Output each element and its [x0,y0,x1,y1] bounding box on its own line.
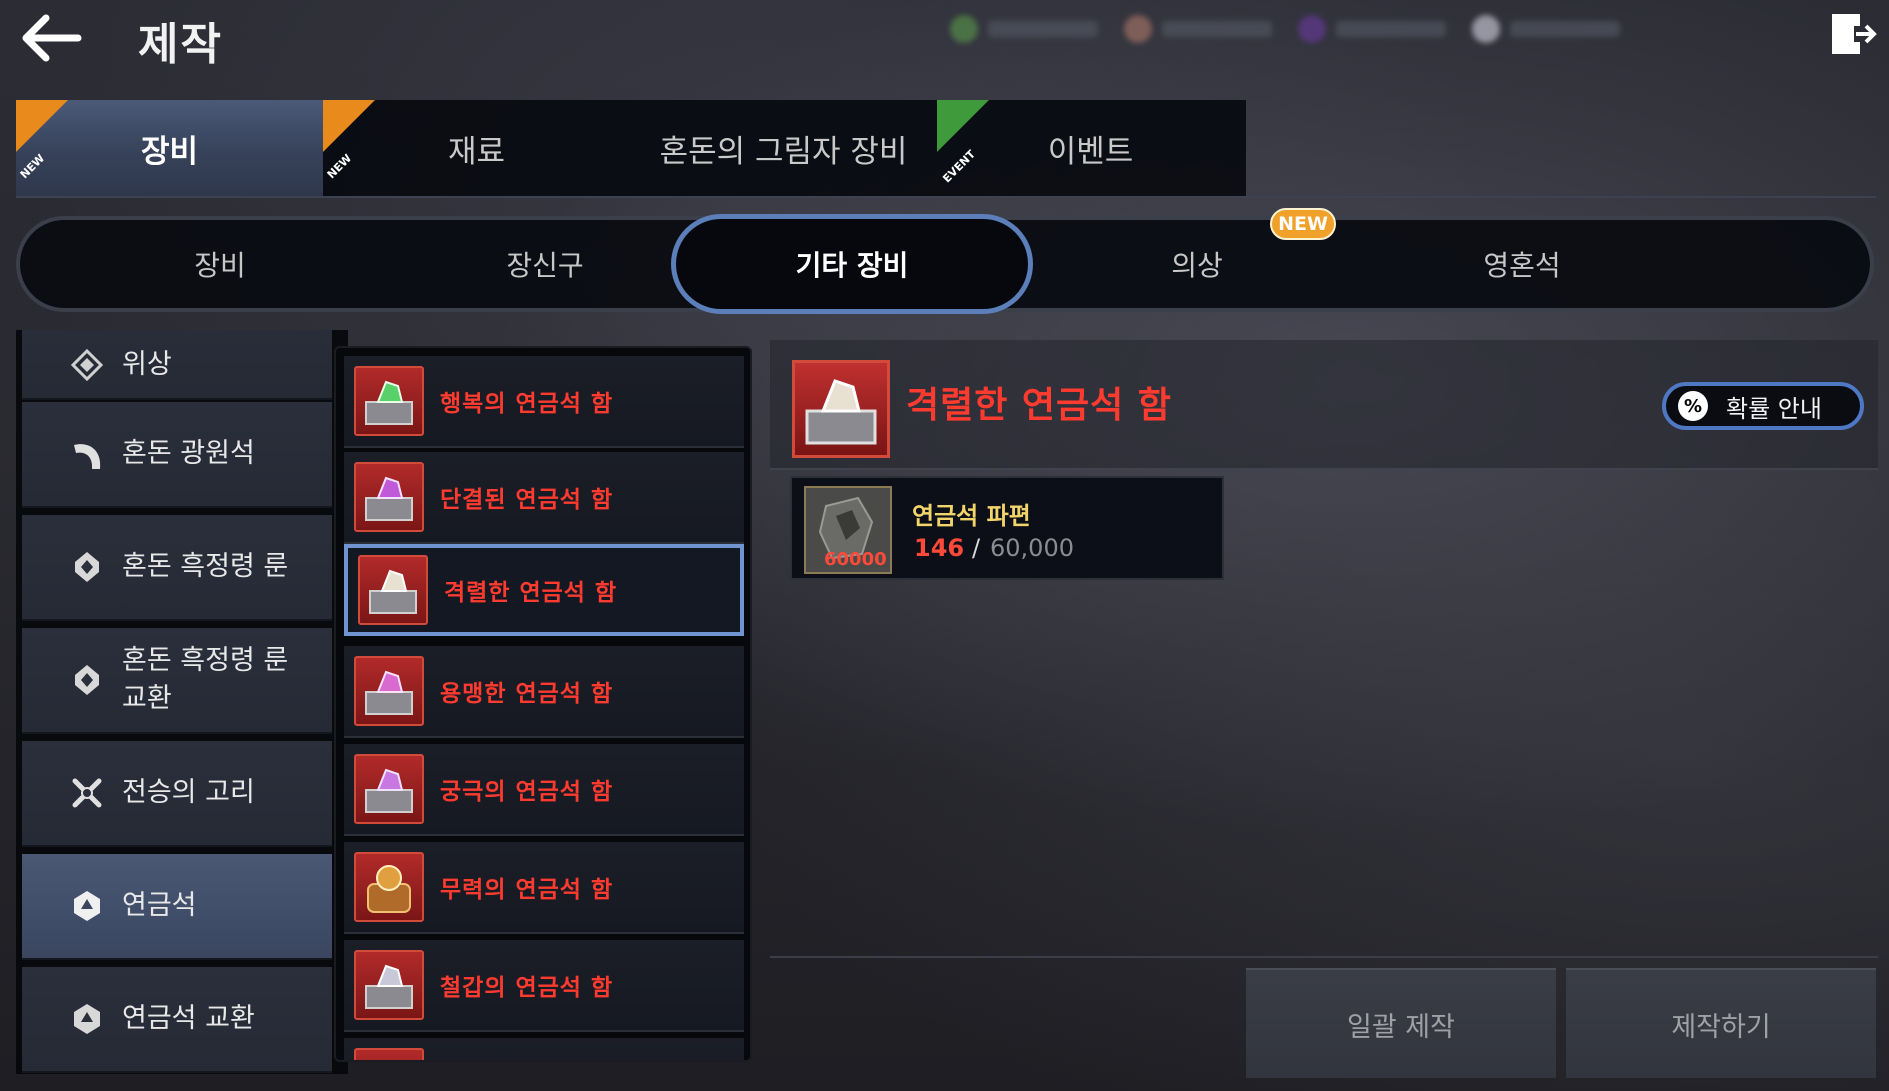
item-row-selected[interactable]: 격렬한 연금석 함 [344,544,744,636]
tab-label: 재료 [447,133,506,170]
material-count-badge: 60000 [824,549,887,570]
tab-materials[interactable]: NEW 재료 [323,100,630,196]
category-label: 연금석 [122,890,197,921]
emblem-icon [68,346,106,384]
item-name: 용맹한 연금석 함 [440,681,614,707]
category-item-alchemy-stone[interactable]: 연금석 [22,854,332,960]
category-label: 위상 [122,349,172,380]
arrow-left-icon [22,14,82,62]
chest-icon [358,555,428,625]
tab-equipment[interactable]: NEW 장비 [16,100,323,196]
craft-item-list[interactable]: 행복의 연금석 함 단결된 연금석 함 격렬한 연금석 함 용맹한 연금석 함 … [334,346,752,1062]
item-name: 행복의 연금석 함 [440,391,614,417]
exit-button[interactable] [1826,8,1878,60]
action-divider [770,956,1878,958]
currency-item [950,15,1098,43]
category-item-legacy-ring[interactable]: 전승의 고리 [22,741,332,847]
new-corner-badge: NEW [323,100,375,181]
item-name: 무력의 연금석 함 [440,877,614,903]
event-corner-badge: EVENT [937,100,989,185]
detail-item-name: 격렬한 연금석 함 [906,385,1172,426]
exit-door-icon [1832,14,1877,54]
category-item-emblem[interactable]: 위상 [22,330,332,400]
probability-label: 확률 안내 [1726,394,1822,423]
item-detail-header: 격렬한 연금석 함 % 확률 안내 [770,340,1878,470]
item-row[interactable]: 행복의 연금석 함 [344,356,744,448]
item-row[interactable]: 용맹한 연금석 함 [344,646,744,738]
item-row[interactable]: 궁극의 연금석 함 [344,744,744,836]
category-item-chaos-rune[interactable]: 혼돈 흑정령 룬 [22,515,332,621]
required-material[interactable]: 60000 연금석 파편 146 / 60,000 [790,476,1224,580]
chest-icon [354,852,424,922]
material-required: 60,000 [990,534,1074,562]
subtab-equipment[interactable]: 장비 [50,220,390,308]
chest-icon [354,366,424,436]
new-corner-badge: NEW [16,100,68,181]
category-label: 연금석 교환 [122,1003,255,1034]
craft-button[interactable]: 제작하기 [1566,968,1876,1078]
tab-label: 장비 [140,133,199,170]
item-name: 철갑의 연금석 함 [440,975,614,1001]
tab-chaos-shadow-equipment[interactable]: 혼돈의 그림자 장비 [630,100,937,196]
category-item-chaos-rune-exchange[interactable]: 혼돈 흑정령 룬 교환 [22,628,332,734]
top-bar: 제작 [0,0,1889,80]
item-name: 단결된 연금석 함 [440,487,614,513]
item-name: 궁극의 연금석 함 [440,779,614,805]
tab-divider [16,196,1876,198]
material-separator: / [972,534,981,562]
alchemy-shard-icon: 60000 [804,486,892,574]
tab-label: 이벤트 [1047,133,1134,170]
material-owned: 146 [914,534,965,562]
subtab-accessories[interactable]: 장신구 [375,220,715,308]
chest-icon [792,360,890,458]
category-label: 혼돈 흑정령 룬 교환 [122,645,289,714]
chest-icon [354,656,424,726]
back-button[interactable] [18,10,84,66]
alchemy-exchange-icon [68,1000,106,1038]
chest-icon [354,950,424,1020]
probability-info-button[interactable]: % 확률 안내 [1662,382,1864,430]
rune-exchange-icon [68,661,106,699]
crescent-stone-icon [68,435,106,473]
alchemy-stone-icon [68,887,106,925]
category-label: 혼돈 흑정령 룬 [122,551,289,582]
chest-icon [354,462,424,532]
percent-icon: % [1678,391,1708,421]
material-name: 연금석 파편 [912,502,1031,530]
new-badge: NEW [1270,208,1336,240]
item-row-partial[interactable] [344,1038,744,1060]
category-label: 혼돈 광원석 [122,438,255,469]
category-item-alchemy-exchange[interactable]: 연금석 교환 [22,967,332,1073]
item-row[interactable]: 무력의 연금석 함 [344,842,744,934]
currency-item [1124,15,1272,43]
category-list[interactable]: 위상 혼돈 광원석 혼돈 흑정령 룬 혼돈 흑정령 룬 교환 전승의 고리 연금… [16,330,348,1074]
category-item-chaos-lightstone[interactable]: 혼돈 광원석 [22,402,332,508]
page-title: 제작 [138,19,223,70]
subtab-soulstone[interactable]: 영혼석 [1352,220,1692,308]
bulk-craft-button[interactable]: 일괄 제작 [1246,968,1556,1078]
chest-icon [354,1048,424,1060]
tab-label: 혼돈의 그림자 장비 [659,133,908,170]
crossed-swords-icon [68,774,106,812]
main-tab-bar: NEW 장비 NEW 재료 혼돈의 그림자 장비 EVENT 이벤트 [16,100,1246,196]
category-label: 전승의 고리 [122,777,255,808]
tab-event[interactable]: EVENT 이벤트 [937,100,1244,196]
item-name: 격렬한 연금석 함 [444,580,618,606]
chest-icon [354,754,424,824]
item-row[interactable]: 단결된 연금석 함 [344,452,744,544]
item-row[interactable]: 철갑의 연금석 함 [344,940,744,1032]
subtab-other-equipment[interactable]: 기타 장비 [671,214,1033,314]
sub-tab-bar: 장비 장신구 기타 장비 의상 영혼석 [16,214,1874,314]
currency-bar [950,12,1660,46]
currency-item [1298,15,1446,43]
currency-item [1472,15,1620,43]
rune-icon [68,548,106,586]
